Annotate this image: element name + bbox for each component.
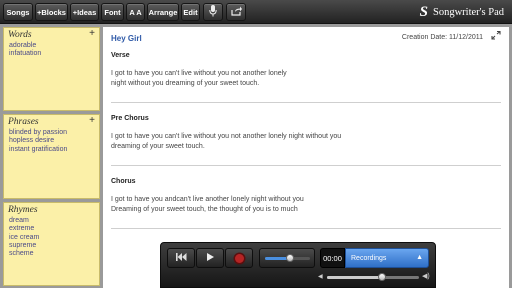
songs-button[interactable]: Songs — [3, 3, 33, 21]
section-divider — [111, 228, 501, 229]
font-size-button[interactable]: A A — [126, 3, 145, 21]
lyric-line[interactable]: night without you dreaming of your sweet… — [111, 79, 501, 89]
expand-icon[interactable] — [491, 30, 501, 42]
add-blocks-button[interactable]: +Blocks — [35, 3, 68, 21]
position-thumb[interactable] — [285, 254, 294, 262]
app-brand: S Songwriter's Pad — [420, 3, 504, 21]
section-divider — [111, 165, 501, 166]
position-track — [265, 254, 310, 262]
word-item[interactable]: infatuation — [9, 50, 41, 58]
lyric-line[interactable]: I got to have you can't live without you… — [111, 69, 501, 79]
rhymes-list: dream extreme ice cream supreme scheme — [9, 217, 39, 258]
app-title: Songwriter's Pad — [432, 6, 504, 18]
section-title: Chorus — [111, 178, 136, 185]
caret-up-icon: ▲ — [416, 254, 423, 261]
volume-slider[interactable] — [327, 273, 419, 281]
song-section-verse[interactable]: Verse I got to have you can't live witho… — [111, 52, 501, 89]
playback-position-slider[interactable] — [259, 248, 315, 268]
top-toolbar: Songs +Blocks +Ideas Font A A Arrange Ed… — [0, 0, 512, 24]
song-section-chorus[interactable]: Chorus I got to have you andcan't live a… — [111, 178, 501, 215]
word-item[interactable]: adorable — [9, 42, 41, 50]
edit-button[interactable]: Edit — [181, 3, 200, 21]
phrase-item[interactable]: instant gratification — [9, 146, 67, 154]
rewind-icon — [175, 253, 187, 263]
rhymes-title: Rhymes — [8, 205, 38, 215]
section-title: Verse — [111, 52, 130, 59]
share-button[interactable] — [226, 3, 246, 21]
phrases-title: Phrases — [8, 117, 39, 127]
time-display: 00:00 — [320, 248, 345, 268]
section-divider — [111, 102, 501, 103]
arrange-button[interactable]: Arrange — [147, 3, 179, 21]
section-title: Pre Chorus — [111, 115, 149, 122]
volume-thumb[interactable] — [378, 273, 387, 281]
add-ideas-button[interactable]: +Ideas — [70, 3, 99, 21]
lyric-line[interactable]: I got to have you andcan't live another … — [111, 195, 501, 205]
words-list: adorable infatuation — [9, 42, 41, 59]
add-phrase-button[interactable]: + — [89, 115, 95, 126]
rhyme-item[interactable]: supreme — [9, 242, 39, 250]
words-note[interactable]: Words + adorable infatuation — [3, 27, 100, 111]
lyric-line[interactable]: Dreaming of your sweet touch, the though… — [111, 205, 501, 215]
microphone-icon — [209, 5, 217, 19]
volume-high-icon: ◀) — [422, 273, 430, 280]
volume-low-icon: ◀ — [318, 274, 323, 280]
phrases-list: blinded by passion hopless desire instan… — [9, 129, 67, 154]
songwriter-logo-icon: S — [419, 3, 428, 20]
rhyme-item[interactable]: extreme — [9, 225, 39, 233]
recordings-dropdown[interactable]: Recordings ▲ — [345, 248, 429, 268]
song-title[interactable]: Hey Girl — [111, 34, 142, 43]
add-word-button[interactable]: + — [89, 28, 95, 39]
record-icon — [234, 253, 244, 263]
share-icon — [230, 6, 242, 18]
song-section-pre-chorus[interactable]: Pre Chorus I got to have you can't live … — [111, 115, 501, 152]
recording-player: 00:00 Recordings ▲ ◀ ◀) — [160, 242, 436, 288]
recordings-label: Recordings — [351, 254, 387, 262]
lyric-line[interactable]: dreaming of your sweet touch. — [111, 142, 501, 152]
record-button[interactable] — [225, 248, 253, 268]
font-button[interactable]: Font — [101, 3, 124, 21]
rewind-button[interactable] — [167, 248, 195, 268]
creation-date: Creation Date: 11/12/2011 — [401, 34, 483, 41]
phrases-note[interactable]: Phrases + blinded by passion hopless des… — [3, 114, 100, 199]
rhymes-note[interactable]: Rhymes dream extreme ice cream supreme s… — [3, 202, 100, 286]
phrase-item[interactable]: hopless desire — [9, 137, 67, 145]
play-button[interactable] — [196, 248, 224, 268]
rhyme-item[interactable]: scheme — [9, 250, 39, 258]
microphone-button[interactable] — [203, 3, 223, 21]
lyric-line[interactable]: I got to have you can't live without you… — [111, 132, 501, 142]
words-title: Words — [8, 30, 32, 40]
rhyme-item[interactable]: dream — [9, 217, 39, 225]
rhyme-item[interactable]: ice cream — [9, 234, 39, 242]
phrase-item[interactable]: blinded by passion — [9, 129, 67, 137]
play-icon — [206, 253, 214, 263]
volume-fill — [327, 276, 383, 279]
